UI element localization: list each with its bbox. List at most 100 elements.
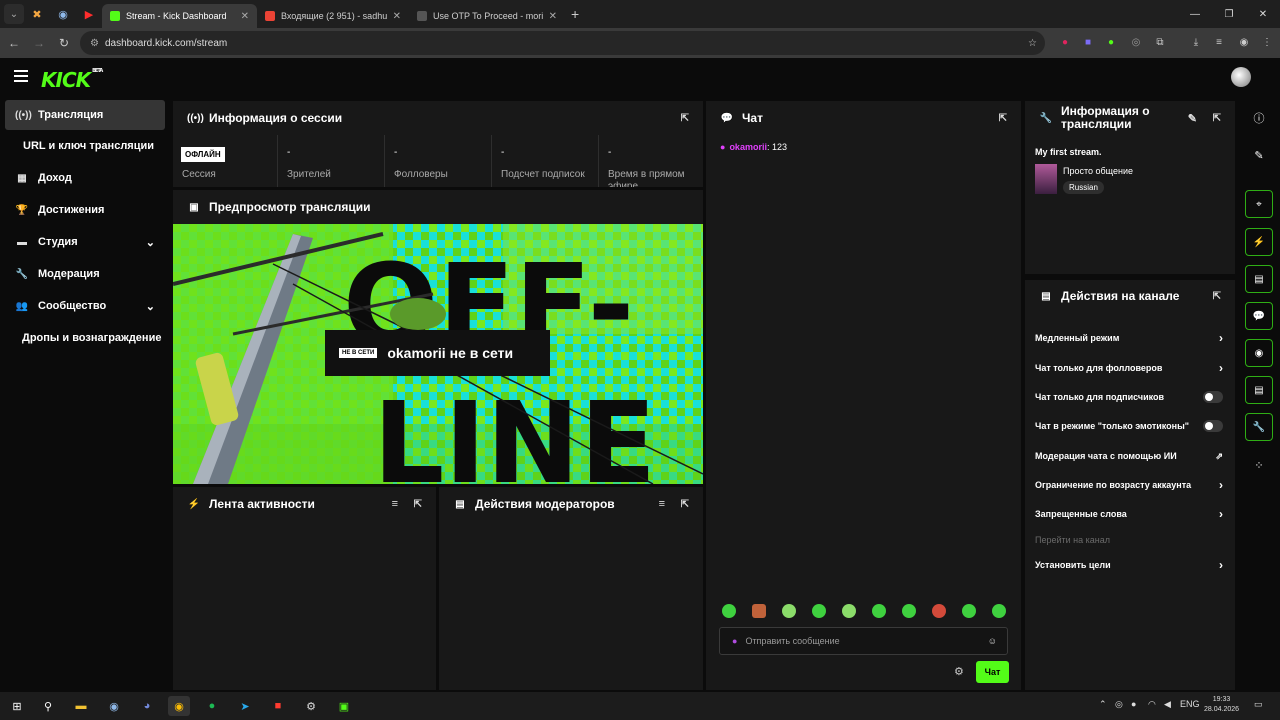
action-slow-mode[interactable]: Медленный режим ›: [1035, 327, 1225, 349]
speaker-icon[interactable]: ◀: [1164, 699, 1171, 710]
popout-icon[interactable]: ⇱: [414, 499, 422, 510]
media-icon[interactable]: ≡: [1210, 33, 1228, 51]
emote-icon[interactable]: [872, 604, 886, 618]
sidebar-item-achievements[interactable]: 🏆 Достижения: [5, 195, 165, 225]
kick-app-icon[interactable]: ▣: [333, 696, 355, 716]
kick-logo[interactable]: KICK BETA: [41, 68, 103, 92]
restore-button[interactable]: ❐: [1212, 0, 1246, 28]
close-window-button[interactable]: ✕: [1246, 0, 1280, 28]
wifi-icon[interactable]: ◠: [1148, 699, 1156, 710]
pinned-tab-1[interactable]: ✖: [24, 3, 50, 25]
tray-chevron-icon[interactable]: ⌃: [1099, 699, 1107, 710]
info-icon[interactable]: ⓘ: [1245, 104, 1273, 132]
microphone-icon[interactable]: ●: [1131, 699, 1136, 709]
tab-gmail[interactable]: Входящие (2 951) - sadhuman ✕: [257, 4, 409, 28]
emote-icon[interactable]: [962, 604, 976, 618]
filter-icon[interactable]: ≡: [392, 498, 398, 510]
edit-pencil-icon[interactable]: ✎: [1188, 112, 1197, 125]
more-widgets-icon[interactable]: ⁘: [1245, 451, 1273, 479]
sidebar-item-community[interactable]: 👥 Сообщество ⌄: [5, 291, 165, 321]
download-icon[interactable]: ⤓: [1187, 33, 1205, 51]
chat-username[interactable]: okamorii: [729, 142, 767, 152]
actions-toggle-button[interactable]: ▤: [1245, 376, 1273, 404]
edit-pencil-icon[interactable]: ✎: [1245, 141, 1273, 169]
close-icon[interactable]: ✕: [549, 11, 557, 22]
clock[interactable]: 19:33 28.04.2026: [1204, 695, 1239, 715]
emote-icon[interactable]: [992, 604, 1006, 618]
emote-only-toggle[interactable]: [1203, 420, 1223, 432]
sidebar-item-url-key[interactable]: URL и ключ трансляции: [18, 131, 178, 161]
filter-icon[interactable]: ≡: [659, 498, 665, 510]
action-followers-only[interactable]: Чат только для фолловеров ›: [1035, 357, 1225, 379]
steam-icon[interactable]: ◉: [103, 696, 125, 716]
extensions-puzzle-icon[interactable]: ⧉: [1151, 33, 1169, 51]
site-info-icon[interactable]: ⚙: [90, 38, 99, 49]
extension-icon[interactable]: ■: [1079, 33, 1097, 51]
hamburger-menu-icon[interactable]: [14, 70, 28, 82]
popout-icon[interactable]: ⇱: [681, 113, 689, 124]
emote-icon[interactable]: [812, 604, 826, 618]
tab-kick-dashboard[interactable]: Stream - Kick Dashboard ✕: [102, 4, 257, 28]
activity-toggle-button[interactable]: ⚡: [1245, 228, 1273, 256]
search-icon[interactable]: ⚲: [37, 696, 59, 716]
popout-icon[interactable]: ⇱: [1213, 113, 1221, 124]
popout-icon[interactable]: ⇱: [681, 499, 689, 510]
app-b-icon[interactable]: ■: [267, 696, 289, 716]
sidebar-item-drops[interactable]: Дропы и вознаграждение: [22, 323, 182, 353]
avatar[interactable]: [1231, 67, 1251, 87]
extension-icon[interactable]: ●: [1102, 33, 1120, 51]
mod-log-toggle-button[interactable]: ▤: [1245, 265, 1273, 293]
sidebar-item-studio[interactable]: ▬ Студия ⌄: [5, 227, 165, 257]
action-ai-moderation[interactable]: Модерация чата с помощью ИИ ⇗: [1035, 445, 1225, 467]
back-button[interactable]: ←: [3, 32, 25, 54]
notifications-icon[interactable]: ▭: [1254, 699, 1263, 710]
chrome-icon[interactable]: ◉: [168, 696, 190, 716]
sidebar-item-moderation[interactable]: 🔧 Модерация: [5, 259, 165, 289]
forward-button[interactable]: →: [28, 32, 50, 54]
send-chat-button[interactable]: Чат: [976, 661, 1009, 683]
bookmark-star-icon[interactable]: ☆: [1028, 38, 1037, 49]
discord-icon[interactable]: ◕: [136, 696, 158, 716]
preview-toggle-button[interactable]: ◉: [1245, 339, 1273, 367]
spotify-icon[interactable]: ●: [201, 696, 223, 716]
close-icon[interactable]: ✕: [393, 11, 401, 22]
extension-icon[interactable]: ●: [1056, 33, 1074, 51]
tab-otp[interactable]: Use OTP To Proceed - morimel ✕: [409, 4, 565, 28]
action-banned-words[interactable]: Запрещенные слова ›: [1035, 503, 1225, 525]
action-set-goals[interactable]: Установить цели ›: [1035, 554, 1225, 576]
sidebar-item-broadcast[interactable]: ((•)) Трансляция: [5, 100, 165, 130]
close-icon[interactable]: ✕: [241, 11, 249, 22]
emote-icon[interactable]: [932, 604, 946, 618]
emoji-icon[interactable]: ☺: [988, 636, 997, 646]
telegram-icon[interactable]: ➤: [234, 696, 256, 716]
popout-icon[interactable]: ⇱: [999, 113, 1007, 124]
chat-settings-gear-icon[interactable]: ⚙: [954, 665, 964, 678]
tray-app-icon[interactable]: ◎: [1115, 699, 1123, 710]
windows-start-icon[interactable]: ⊞: [6, 696, 28, 716]
minimize-button[interactable]: —: [1178, 0, 1212, 28]
emote-icon[interactable]: [752, 604, 766, 618]
emote-icon[interactable]: [902, 604, 916, 618]
emote-icon[interactable]: [722, 604, 736, 618]
emote-icon[interactable]: [842, 604, 856, 618]
menu-icon[interactable]: ⋮: [1258, 33, 1276, 51]
sidebar-item-revenue[interactable]: ▦ Доход: [5, 163, 165, 193]
action-account-age[interactable]: Ограничение по возрасту аккаунта ›: [1035, 474, 1225, 496]
emote-icon[interactable]: [782, 604, 796, 618]
reload-button[interactable]: ↻: [53, 32, 75, 54]
subscribers-only-toggle[interactable]: [1203, 391, 1223, 403]
action-go-to-channel[interactable]: Перейти на канал: [1035, 529, 1225, 551]
tab-search-button[interactable]: ⌄: [4, 4, 24, 24]
popout-icon[interactable]: ⇱: [1213, 291, 1221, 302]
new-tab-button[interactable]: +: [571, 6, 579, 22]
pinned-tab-youtube[interactable]: ▶: [76, 3, 102, 25]
profile-icon[interactable]: ◉: [1235, 33, 1253, 51]
input-language[interactable]: ENG: [1180, 699, 1200, 709]
address-bar[interactable]: ⚙ dashboard.kick.com/stream ☆: [80, 31, 1045, 55]
extension-icon[interactable]: ◎: [1127, 33, 1145, 51]
file-explorer-icon[interactable]: ▬: [70, 696, 92, 716]
chat-toggle-button[interactable]: 💬: [1245, 302, 1273, 330]
session-info-toggle-button[interactable]: ⌖: [1245, 190, 1273, 218]
pinned-tab-steam[interactable]: ◉: [50, 3, 76, 25]
settings-gear-icon[interactable]: ⚙: [300, 696, 322, 716]
